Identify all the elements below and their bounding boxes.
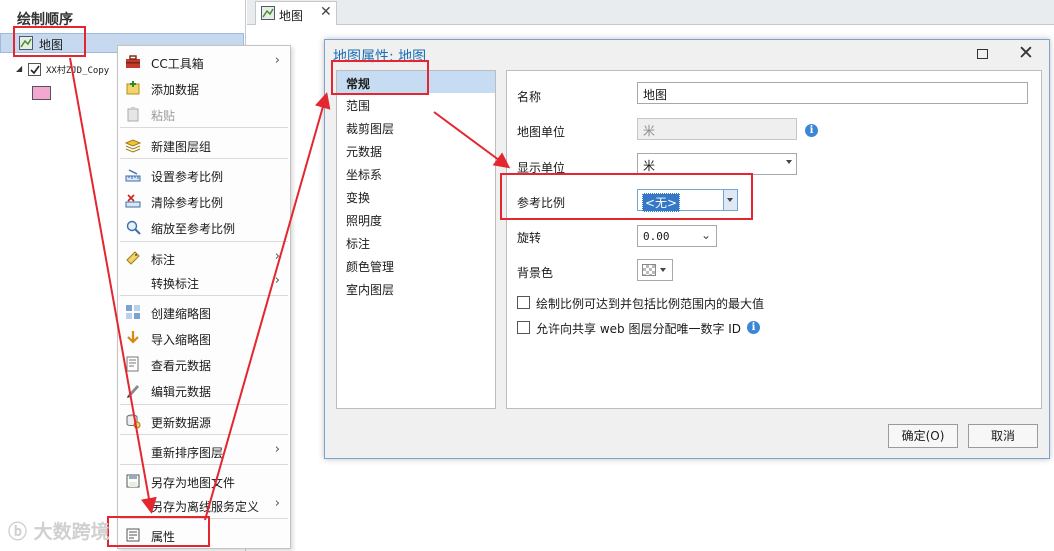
menu-item-save-as-offline-service[interactable]: 另存为离线服务定义 ›: [118, 492, 290, 516]
watermark: ⓑ 大数跨境: [8, 521, 110, 543]
menu-item-clear-reference-scale[interactable]: 清除参考比例: [118, 188, 290, 212]
label-icon: [126, 251, 140, 265]
nav-item-color-management[interactable]: 颜色管理: [337, 254, 495, 276]
nav-item-metadata[interactable]: 元数据: [337, 139, 495, 161]
tab-map[interactable]: 地图 ✕: [255, 1, 337, 25]
thumbnail-icon: [126, 305, 140, 319]
chevron-right-icon: ›: [274, 496, 280, 511]
chevron-right-icon: ›: [274, 53, 280, 68]
nav-item-transformation[interactable]: 变换: [337, 185, 495, 207]
dropdown-arrow-icon: [786, 160, 792, 164]
clear-scale-icon: [125, 194, 141, 208]
rotation-label: 旋转: [517, 231, 542, 245]
menu-item-set-reference-scale[interactable]: 设置参考比例: [118, 162, 290, 186]
menu-separator: [120, 158, 288, 159]
map-icon: [261, 6, 275, 20]
map-properties-dialog: 地图属性: 地图 ✕ 常规 范围 裁剪图层 元数据 坐标系 变换 照明度 标注 …: [324, 39, 1050, 459]
metadata-view-icon: [126, 356, 139, 372]
menu-item-labeling[interactable]: 标注 ›: [118, 245, 290, 269]
menu-separator: [120, 127, 288, 128]
unique-id-checkbox-row[interactable]: 允许向共享 web 图层分配唯一数字 ID: [517, 320, 1037, 336]
menu-item-new-group-layer[interactable]: 新建图层组: [118, 132, 290, 156]
highlight-properties: [107, 516, 210, 547]
layer-group-icon: [125, 139, 141, 153]
import-icon: [127, 331, 139, 344]
info-icon[interactable]: i: [805, 124, 818, 137]
add-data-icon: [126, 81, 140, 95]
menu-separator: [120, 241, 288, 242]
menu-item-reorder-layers[interactable]: 重新排序图层 ›: [118, 438, 290, 462]
paste-icon: [127, 107, 139, 122]
close-icon[interactable]: ✕: [320, 4, 332, 20]
chevron-right-icon: ›: [274, 442, 280, 457]
menu-item-import-thumbnail[interactable]: 导入缩略图: [118, 325, 290, 349]
close-icon[interactable]: ✕: [1018, 42, 1034, 64]
dropdown-arrow-icon: [660, 268, 666, 272]
layer-symbol-swatch[interactable]: [32, 86, 51, 100]
nav-item-illumination[interactable]: 照明度: [337, 208, 495, 230]
menu-separator: [120, 464, 288, 465]
rotation-combo[interactable]: 0.00 ⌄: [637, 225, 717, 247]
highlight-map-item: [13, 26, 86, 57]
collapse-triangle-icon[interactable]: ◢: [16, 64, 22, 73]
layer-visibility-checkbox[interactable]: [28, 63, 41, 76]
name-input[interactable]: 地图: [637, 82, 1028, 104]
menu-item-edit-metadata[interactable]: 编辑元数据: [118, 377, 290, 401]
chevron-right-icon: ›: [274, 273, 280, 288]
unique-id-checkbox[interactable]: [517, 321, 530, 334]
check-icon: [30, 65, 40, 75]
menu-item-update-data-sources[interactable]: 更新数据源: [118, 408, 290, 432]
general-settings-panel: 名称 地图 地图单位 米 i 显示单位 米 参考比例 <无> 旋转 0.00 ⌄…: [506, 70, 1042, 409]
nav-item-coordinate-system[interactable]: 坐标系: [337, 162, 495, 184]
set-scale-icon: [125, 169, 141, 182]
highlight-reference-scale: [500, 173, 753, 220]
draw-max-scale-checkbox-row[interactable]: 绘制比例可达到并包括比例范围内的最大值: [517, 295, 1037, 311]
menu-separator: [120, 295, 288, 296]
maximize-icon[interactable]: [977, 49, 988, 59]
highlight-general-tab: [331, 60, 429, 95]
menu-item-cc-toolbox[interactable]: CC工具箱 ›: [118, 49, 290, 73]
ok-button[interactable]: 确定(O): [888, 424, 958, 448]
cancel-button[interactable]: 取消: [968, 424, 1038, 448]
map-units-label: 地图单位: [517, 125, 566, 139]
menu-item-zoom-to-reference-scale[interactable]: 缩放至参考比例: [118, 214, 290, 238]
tab-label: 地图: [279, 9, 304, 23]
menu-item-convert-labels[interactable]: 转换标注 ›: [118, 269, 290, 293]
nav-item-clip-layers[interactable]: 裁剪图层: [337, 116, 495, 138]
context-menu: CC工具箱 › 添加数据 粘贴 新建图层组 设置参考比例 清除参考比例 缩放至参…: [117, 45, 291, 549]
name-label: 名称: [517, 90, 542, 104]
menu-separator: [120, 434, 288, 435]
menu-separator: [120, 404, 288, 405]
menu-item-save-as-map-file[interactable]: 另存为地图文件: [118, 468, 290, 492]
zoom-scale-icon: [126, 220, 141, 235]
chevron-down-icon: ⌄: [700, 228, 711, 242]
document-tab-bar: 地图 ✕: [247, 0, 1054, 25]
save-map-icon: [126, 474, 140, 488]
metadata-edit-icon: [127, 385, 139, 398]
nav-item-extent[interactable]: 范围: [337, 93, 495, 115]
map-units-field: 米: [637, 118, 797, 140]
menu-item-paste[interactable]: 粘贴: [118, 101, 290, 125]
info-icon[interactable]: i: [747, 321, 760, 334]
transparent-swatch-icon: [642, 264, 656, 276]
properties-nav-list: 常规 范围 裁剪图层 元数据 坐标系 变换 照明度 标注 颜色管理 室内图层: [336, 70, 496, 409]
nav-item-indoor-layers[interactable]: 室内图层: [337, 277, 495, 299]
background-color-label: 背景色: [517, 266, 554, 280]
datasource-icon: [126, 414, 141, 429]
display-units-select[interactable]: 米: [637, 153, 797, 175]
chevron-right-icon: ›: [274, 249, 280, 264]
toolbox-icon: [126, 55, 140, 68]
menu-item-create-thumbnail[interactable]: 创建缩略图: [118, 299, 290, 323]
nav-item-labels[interactable]: 标注: [337, 231, 495, 253]
background-color-picker[interactable]: [637, 259, 673, 281]
draw-max-scale-checkbox[interactable]: [517, 296, 530, 309]
layer-label: XX村ZJD_Copy: [46, 66, 110, 76]
menu-item-add-data[interactable]: 添加数据: [118, 75, 290, 99]
menu-item-view-metadata[interactable]: 查看元数据: [118, 351, 290, 375]
